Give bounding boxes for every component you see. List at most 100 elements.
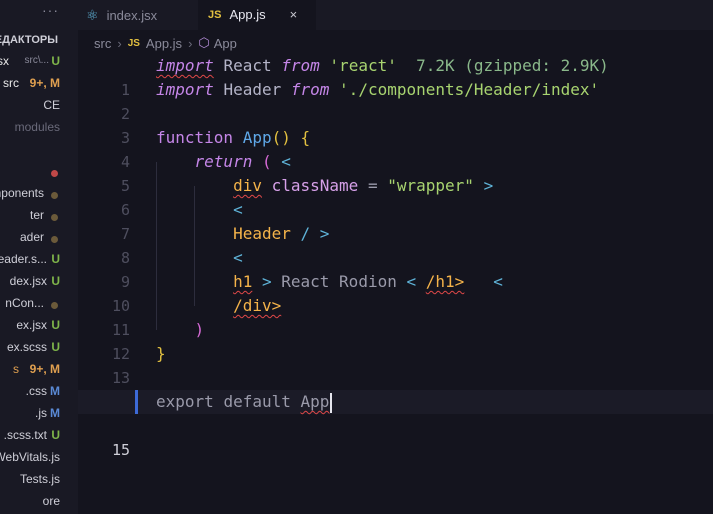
sidebar-file-item[interactable]: CE [0,98,78,118]
git-status-badge: U [51,340,60,354]
file-name: .scss.txt [3,428,47,442]
git-status-badge: 9+, M [29,76,60,90]
line-content: < [233,248,243,267]
file-name: ex.jsx [16,318,47,332]
line-content: export default App [156,390,333,414]
code-line[interactable]: 3 [78,102,713,147]
file-name: omponents [0,186,44,200]
sidebar-file-item[interactable]: .js M [0,406,78,426]
file-name: .css [25,384,47,398]
chevron-right-icon: › [188,35,193,51]
line-number: 15 [111,441,130,459]
line-content: Header / > [233,224,330,243]
file-name: ter [29,208,44,222]
code-line[interactable]: 1 import React from 'react' 7.2K (gzippe… [78,54,713,99]
status-dot-icon [51,170,58,177]
line-content: function App() { [156,128,311,147]
sidebar-file-item[interactable]: ader [0,230,78,250]
js-icon: JS [208,8,222,21]
sidebar-file-item[interactable]: modules [0,120,78,140]
file-name: CE [43,98,60,112]
sidebar-file-item[interactable]: src 9+, M [0,76,78,96]
sidebar-file-item[interactable]: jsx src\...U [0,54,78,74]
git-status-badge: M [50,384,60,398]
file-name: nCon... [5,296,44,310]
close-icon[interactable]: × [290,7,298,22]
sidebar-file-item[interactable]: nCon... [0,296,78,316]
file-name: ore [42,494,60,508]
sidebar-file-item[interactable] [0,164,78,184]
sidebar-file-item[interactable]: omponents [0,186,78,206]
code-line[interactable]: 5 return ( < [78,150,713,195]
code-line[interactable]: 8 Header / > [78,222,713,267]
git-status-badge: U [51,428,60,442]
breadcrumb-file[interactable]: App.js [146,36,182,51]
code-line[interactable]: 6 div className = "wrapper" > [78,174,713,219]
line-content: /div> [233,296,282,315]
js-icon: JS [127,37,140,49]
status-dot-icon [51,302,58,309]
open-editors-label: ЕДАКТОРЫ [0,34,58,46]
line-content: import React from 'react' 7.2K (gzipped:… [156,56,609,75]
line-content: } [156,344,166,363]
git-status-badge: U [51,252,60,266]
code-line[interactable]: 14 [78,366,713,411]
sidebar-file-item[interactable]: ex.scss U [0,340,78,360]
open-editors-header[interactable]: ЕДАКТОРЫ [0,34,78,54]
sidebar-file-item[interactable]: .scss.txt U [0,428,78,448]
more-actions-icon[interactable]: ··· [42,2,59,18]
status-dot-icon [51,236,58,243]
status-dot-icon [51,214,58,221]
react-icon: ⚛ [86,6,99,23]
breadcrumb-folder[interactable]: src [94,36,111,51]
sidebar-file-item[interactable]: rtWebVitals.js [0,450,78,470]
line-content: import Header from './components/Header/… [156,80,600,99]
file-name: src [3,76,19,90]
line-content: return ( < [194,152,291,171]
code-line[interactable]: 7 < [78,198,713,243]
sidebar-file-item[interactable]: s 9+, M [0,362,78,382]
sidebar-file-item[interactable]: ter [0,208,78,228]
file-name: ader [19,230,44,244]
tab-app-js[interactable]: JS App.js × [198,0,316,30]
file-name: jsx [0,54,9,68]
sidebar-file-item[interactable]: dex.jsx U [0,274,78,294]
tab-bar: ⚛ index.jsx JS App.js × [78,0,713,30]
git-status-badge: U [51,318,60,332]
code-line[interactable]: 12 ) [78,318,713,363]
code-line[interactable]: 10 h1 > React Rodion < /h1> < [78,270,713,315]
code-line[interactable]: 13 } [78,342,713,387]
code-line-current[interactable]: 15 export default App [78,390,713,459]
file-path: src\... [24,55,49,66]
breadcrumb: src › JS App.js › ⬡ App [94,34,237,52]
current-line-indicator [135,390,138,414]
code-line[interactable]: 11 /div> [78,294,713,339]
sidebar-file-item[interactable]: ore [0,494,78,514]
file-name: Tests.js [19,472,60,486]
sidebar-file-item[interactable]: eader.s... U [0,252,78,272]
sidebar-file-item[interactable] [0,142,78,162]
sidebar-file-item[interactable]: .css M [0,384,78,404]
line-content: ) [194,320,205,339]
file-name: rtWebVitals.js [0,450,60,464]
git-status-badge: 9+, M [29,362,60,376]
status-dot-icon [51,192,58,199]
tab-index-jsx[interactable]: ⚛ index.jsx [86,0,206,30]
sidebar-file-item[interactable]: ex.jsx U [0,318,78,338]
chevron-right-icon: › [117,35,122,51]
import-size-hint: 7.2K (gzipped: 2.9K) [416,56,609,75]
line-content: h1 > React Rodion < /h1> < [233,272,503,291]
file-name: s [13,362,19,376]
git-status-badge: U [51,54,60,68]
code-editor[interactable]: 1 import React from 'react' 7.2K (gzippe… [78,54,713,514]
breadcrumb-symbol[interactable]: App [214,36,237,51]
file-name: dex.jsx [9,274,47,288]
tab-label: index.jsx [106,7,158,23]
sidebar-file-item[interactable]: Tests.js [0,472,78,492]
code-line[interactable]: 9 < [78,246,713,291]
file-name: modules [14,120,60,134]
tab-label: App.js [229,7,266,22]
file-name: .js [35,406,47,420]
code-line[interactable]: 4 function App() { [78,126,713,171]
code-line[interactable]: 2 import Header from './components/Heade… [78,78,713,123]
